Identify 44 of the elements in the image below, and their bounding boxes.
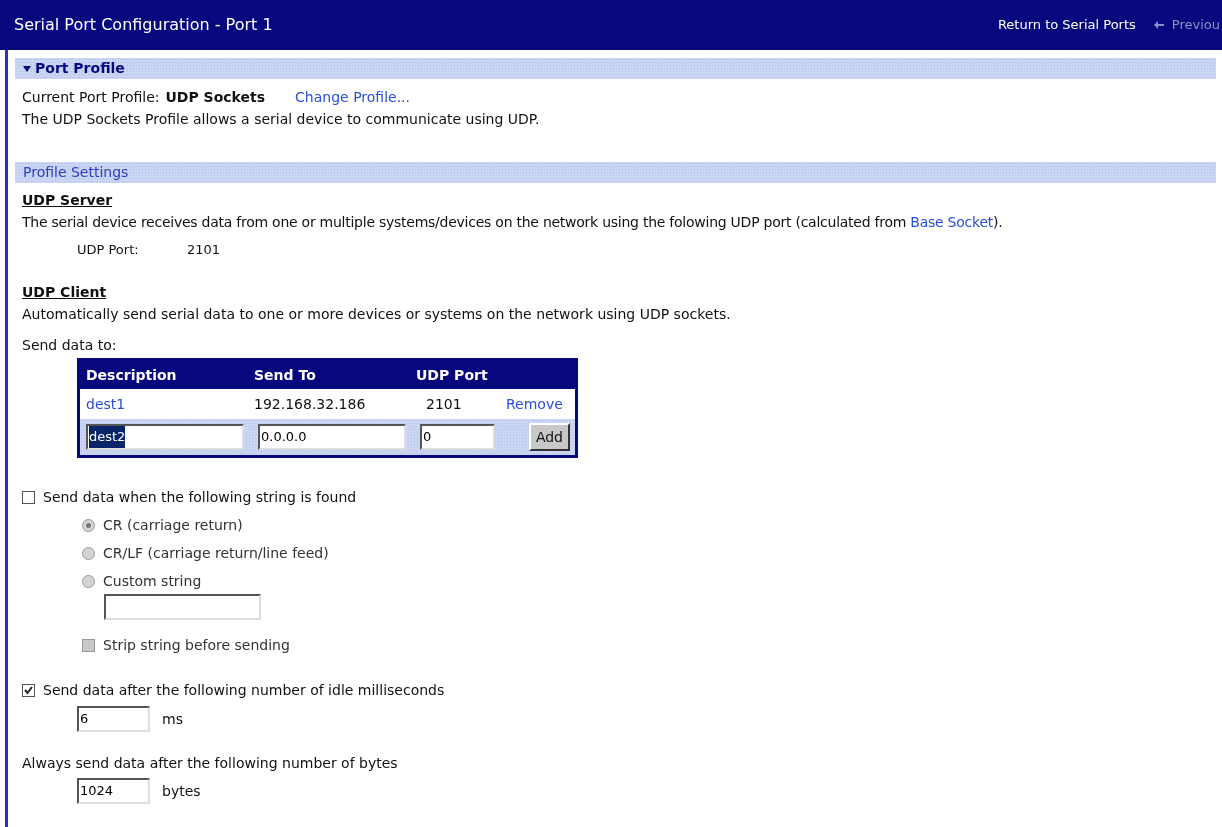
custom-string-field[interactable] [104, 594, 261, 620]
checkbox[interactable] [22, 683, 35, 697]
destination-link[interactable]: dest1 [86, 393, 254, 415]
remove-link[interactable]: Remove [506, 393, 575, 415]
udp-port-value: 2101 [187, 241, 221, 259]
caret-down-icon [23, 64, 31, 73]
left-arrow-icon [1153, 21, 1164, 29]
option-label: Send data after the following number of idle milliseconds [43, 681, 445, 700]
udp-server-heading: UDP Server [22, 191, 114, 210]
option-label: Strip string before sending [103, 636, 290, 655]
column-header: Description [86, 366, 178, 385]
section-title: Port Profile [35, 59, 125, 78]
return-link[interactable]: Return to Serial Ports [997, 15, 1136, 35]
description-field[interactable]: dest2 [86, 424, 244, 450]
unit-label: bytes [162, 782, 201, 801]
profile-label: Current Port Profile: [22, 88, 160, 107]
table-cell-text: 2101 [425, 395, 463, 414]
idle-ms-field[interactable]: 6 [77, 706, 150, 732]
option-label: Always send data after the following number of bytes [22, 754, 399, 773]
udp-port-label: UDP Port: [77, 241, 140, 259]
udp-port-field[interactable]: 0 [420, 424, 495, 450]
udp-client-heading: UDP Client [22, 283, 108, 302]
change-profile-link[interactable]: Change Profile... [295, 86, 410, 108]
profile-description: The UDP Sockets Profile allows a serial device to communicate using UDP. [22, 110, 541, 129]
option-label: Send data when the following string is found [43, 488, 357, 507]
section-title: Profile Settings [23, 163, 129, 182]
radio-label: CR/LF (carriage return/line feed) [103, 544, 329, 563]
send-to-label: Send data to: [22, 336, 118, 355]
bytes-field[interactable]: 1024 [77, 778, 150, 804]
column-header: Send To [254, 366, 317, 385]
udp-server-description: The serial device receives data from one or multiple systems/devices on the network using the folowing UDP port (calculated from Base Socket). [22, 213, 1004, 232]
send-to-field[interactable]: 0.0.0.0 [258, 424, 406, 450]
udp-client-description: Automatically send serial data to one or more devices or systems on the network using UDP sockets. [22, 305, 732, 324]
section-header[interactable]: Port Profile [15, 58, 1216, 79]
profile-value: UDP Sockets [165, 88, 266, 107]
column-header: UDP Port [416, 366, 489, 385]
radio-label: CR (carriage return) [103, 516, 243, 535]
radio-label: Custom string [103, 572, 202, 591]
base-socket-link[interactable]: Base Socket [910, 214, 993, 230]
unit-label: ms [162, 710, 183, 729]
add-button[interactable]: Add [528, 423, 570, 451]
checkbox[interactable] [22, 490, 35, 504]
page-title: Serial Port Configuration - Port 1 [14, 14, 273, 36]
table-cell-text: 192.168.32.186 [254, 395, 367, 414]
